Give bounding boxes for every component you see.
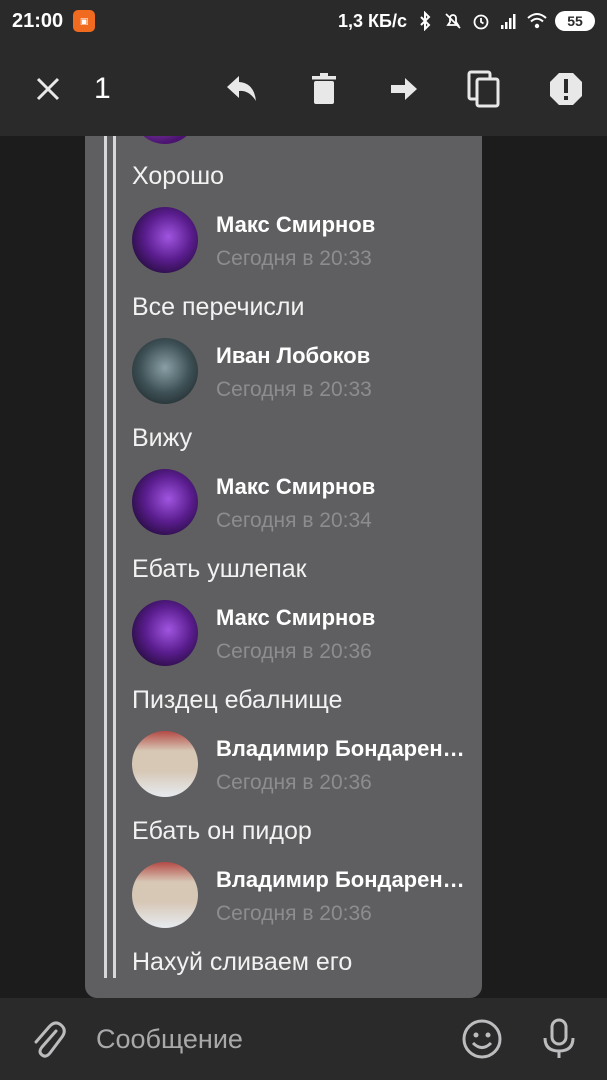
smiley-icon xyxy=(462,1019,502,1059)
sender-name[interactable]: Иван Лобоков xyxy=(216,343,370,369)
emoji-button[interactable] xyxy=(460,1017,504,1061)
voice-record-button[interactable] xyxy=(537,1017,581,1061)
avatar[interactable] xyxy=(132,731,198,797)
sender-name[interactable]: Макс Смирнов xyxy=(216,474,375,500)
message-timestamp: Сегодня в 20:33 xyxy=(216,378,372,401)
delete-button[interactable] xyxy=(304,69,344,109)
copy-button[interactable] xyxy=(464,69,504,109)
message-text: Все перечисли xyxy=(132,293,305,321)
signal-icon xyxy=(501,14,516,29)
notification-app-icon: ▣ xyxy=(73,10,96,32)
network-speed: 1,3 КБ/с xyxy=(338,10,407,31)
selected-count: 1 xyxy=(94,72,111,105)
alert-icon xyxy=(550,73,582,105)
message-timestamp: Сегодня в 20:36 xyxy=(216,902,372,925)
message-timestamp: Сегодня в 20:34 xyxy=(216,509,372,532)
mute-bell-icon xyxy=(445,13,461,29)
message-text: Пиздец ебалнище xyxy=(132,686,343,714)
report-button[interactable] xyxy=(546,69,586,109)
avatar[interactable] xyxy=(132,469,198,535)
bluetooth-icon xyxy=(420,11,431,31)
arrow-right-icon xyxy=(391,78,417,100)
message-text: Вижу xyxy=(132,424,193,452)
message-text: Ебать он пидор xyxy=(132,817,312,845)
status-bar: 21:00 ▣ 1,3 КБ/с 55 xyxy=(0,0,607,42)
status-indicators: 1,3 КБ/с 55 xyxy=(338,11,595,32)
avatar[interactable] xyxy=(132,600,198,666)
paperclip-icon xyxy=(34,1021,66,1058)
status-time: 21:00 xyxy=(12,9,64,32)
avatar[interactable] xyxy=(132,862,198,928)
message-timestamp: Сегодня в 20:36 xyxy=(216,640,372,663)
message-text: Хорошо xyxy=(132,162,225,190)
alarm-icon xyxy=(473,14,489,30)
copy-icon xyxy=(467,70,500,108)
message-timestamp: Сегодня в 20:33 xyxy=(216,247,372,270)
microphone-icon xyxy=(543,1018,575,1058)
sender-name[interactable]: Владимир Бондаренко xyxy=(216,867,466,893)
message-timestamp: Сегодня в 20:36 xyxy=(216,771,372,794)
forward-quote-bar xyxy=(104,136,116,978)
sender-name[interactable]: Владимир Бондаренко xyxy=(216,736,466,762)
message-input[interactable]: Сообщение xyxy=(96,1024,243,1055)
message-composer: Сообщение xyxy=(0,998,607,1080)
wifi-icon xyxy=(527,13,547,29)
forward-button[interactable] xyxy=(384,69,424,109)
reply-button[interactable] xyxy=(222,69,262,109)
message-text: Ебать ушлепак xyxy=(132,555,307,583)
battery-indicator: 55 xyxy=(555,11,595,31)
avatar[interactable] xyxy=(132,207,198,273)
avatar[interactable] xyxy=(132,338,198,404)
message-text: Нахуй сливаем его xyxy=(132,948,353,976)
sender-name[interactable]: Макс Смирнов xyxy=(216,212,375,238)
trash-icon xyxy=(312,73,336,104)
close-selection-button[interactable] xyxy=(28,69,68,109)
close-icon xyxy=(36,77,60,101)
attach-button[interactable] xyxy=(26,1017,70,1061)
reply-icon xyxy=(227,76,256,101)
message-list[interactable]: Хорошо Макс Смирнов Сегодня в 20:33 Все … xyxy=(0,136,607,998)
sender-name[interactable]: Макс Смирнов xyxy=(216,605,375,631)
selection-toolbar: 1 xyxy=(0,42,607,136)
